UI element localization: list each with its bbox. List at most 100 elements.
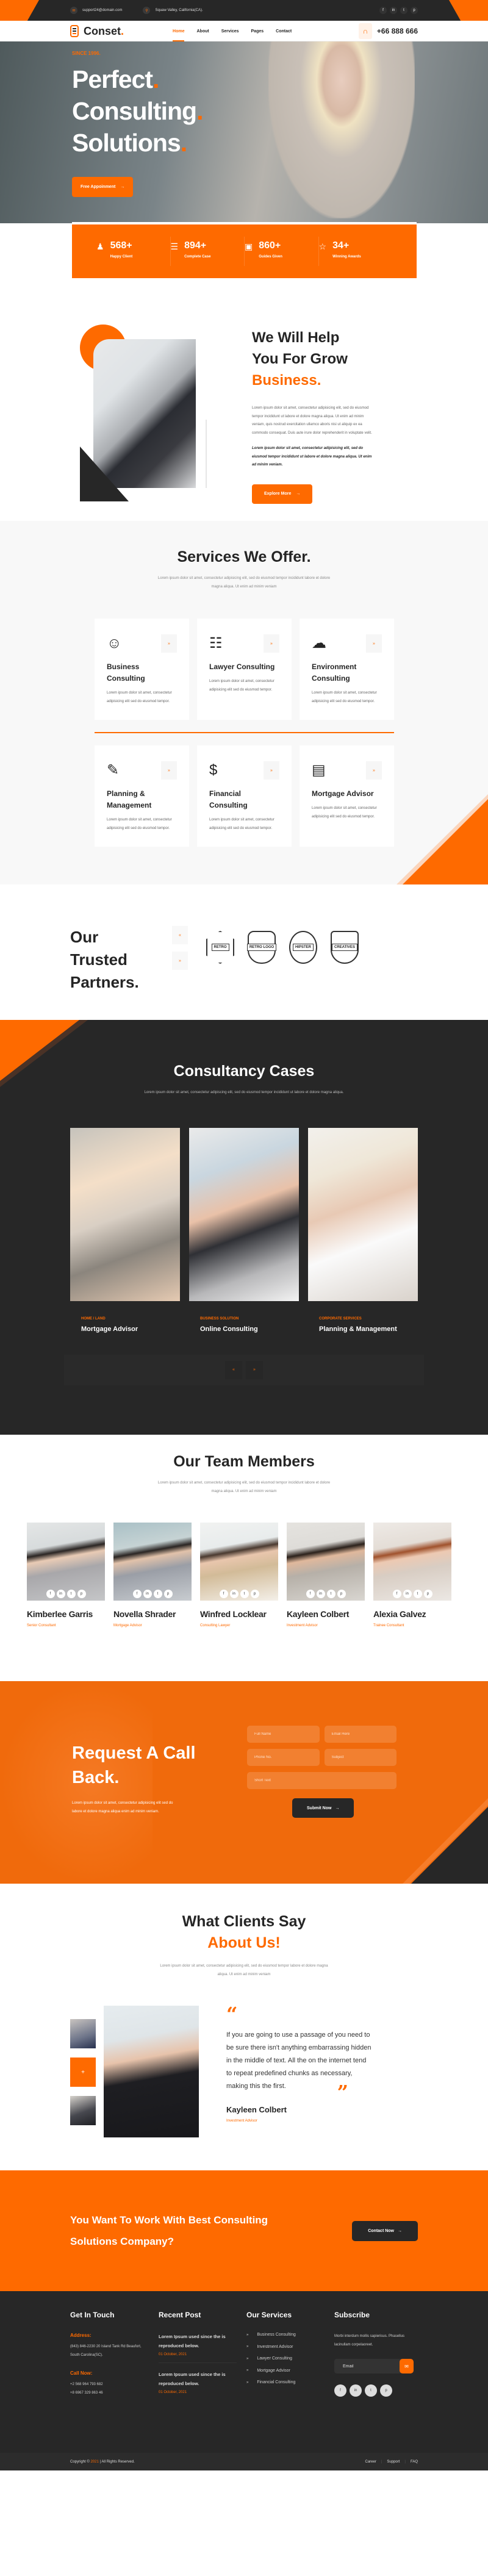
pinterest-icon[interactable]: p [423,1590,432,1598]
service-card[interactable]: ☺ » Business Consulting Lorem ipsum dolor… [95,619,189,720]
service-card[interactable]: ▤ » Mortgage Advisor Lorem ipsum dolor si… [300,745,394,847]
instagram-icon[interactable]: in [350,2384,362,2397]
chevron-double-right-icon[interactable]: » [264,761,279,780]
facebook-icon[interactable]: f [46,1590,55,1598]
partner-logo[interactable]: RETRO [206,931,234,964]
footer-contact: Get In Touch Address: (843) 846-2230 20 … [70,2311,159,2397]
short-text-input[interactable] [247,1772,396,1789]
contact-now-button[interactable]: Contact Now → [352,2220,418,2241]
footer-link-support[interactable]: Support [387,2460,400,2464]
footer-service-link[interactable]: » Lawyer Consulting [246,2356,334,2361]
twitter-icon[interactable]: t [240,1590,249,1598]
footer-service-link[interactable]: » Financial Consulting [246,2380,334,2384]
twitter-icon[interactable]: t [400,7,407,14]
phone-1[interactable]: +2 568 964 793 682 [70,2381,159,2389]
chevron-double-left-icon[interactable]: « [225,1360,242,1379]
service-card[interactable]: ☁ » Environment Consulting Lorem ipsum do… [300,619,394,720]
pinterest-icon[interactable]: p [250,1590,259,1598]
full-name-input[interactable] [247,1726,320,1743]
header-phone[interactable]: ∩ +66 888 666 [358,23,418,39]
instagram-icon[interactable]: in [56,1590,65,1598]
team-member-card[interactable]: f in t p Kayleen Colbert Investment Advi… [287,1523,365,1627]
pinterest-icon[interactable]: p [163,1590,173,1598]
facebook-icon[interactable]: f [334,2384,346,2397]
pinterest-icon[interactable]: p [77,1590,86,1598]
pinterest-icon[interactable]: p [337,1590,346,1598]
client-thumbnail[interactable] [70,2096,96,2125]
footer-service-link[interactable]: » Business Consulting [246,2333,334,2337]
nav-about[interactable]: About [196,29,209,34]
twitter-icon[interactable]: t [153,1590,162,1598]
nav-services[interactable]: Services [221,29,239,34]
chevron-double-left-icon[interactable]: « [172,926,188,944]
facebook-icon[interactable]: f [306,1590,315,1598]
facebook-icon[interactable]: f [132,1590,142,1598]
post-title[interactable]: Lorem Ipsum used since the is reproduced… [159,2370,246,2388]
case-category: CORPORATE SERVICES [319,1316,362,1321]
client-role: Investment Advisor [226,2119,257,2123]
pinterest-icon[interactable]: p [380,2384,392,2397]
service-card[interactable]: ☷ » Lawyer Consulting Lorem ipsum dolor s… [197,619,292,720]
topbar-email[interactable]: ✉ support24@domain.com [70,7,122,14]
submit-now-button[interactable]: Submit Now → [292,1798,354,1818]
nav-pages[interactable]: Pages [251,29,264,34]
subject-input[interactable] [324,1749,396,1766]
client-thumbnail[interactable] [70,2019,96,2048]
partner-logo[interactable]: RETRO LOGO [246,931,277,964]
testimonial-subtitle: Lorem ipsum dolor sit amet, consectetur … [160,1964,328,1976]
instagram-icon[interactable]: in [403,1590,412,1598]
twitter-icon[interactable]: t [413,1590,422,1598]
case-title[interactable]: Planning & Management [319,1326,418,1333]
cta-title: You Want To Work With Best Consulting So… [70,2214,268,2247]
footer-service-link[interactable]: » Investment Advisor [246,2345,334,2349]
client-thumbnail-active[interactable]: + [70,2058,96,2087]
twitter-icon[interactable]: t [66,1590,76,1598]
pinterest-icon[interactable]: p [411,7,418,14]
footer-link-career[interactable]: Career [365,2460,376,2464]
case-title[interactable]: Mortgage Advisor [81,1326,180,1333]
decor-triangle [403,799,488,884]
subscribe-email-input[interactable] [334,2359,402,2373]
chevron-double-right-icon[interactable]: » [264,634,279,653]
nav-contact[interactable]: Contact [276,29,292,34]
partner-logo[interactable]: CREATIVES [331,931,359,964]
case-card[interactable]: HOME / LAND Mortgage Advisor [70,1127,180,1333]
service-card[interactable]: $ » Financial Consulting Lorem ipsum dolo… [197,745,292,847]
facebook-icon[interactable]: f [379,7,387,14]
team-member-card[interactable]: f in t p Alexia Galvez Trainee Consultan… [373,1523,451,1627]
service-card[interactable]: ✎ » Planning & Management Lorem ipsum dol… [95,745,189,847]
instagram-icon[interactable]: in [143,1590,152,1598]
facebook-icon[interactable]: f [219,1590,228,1598]
subscribe-button[interactable]: ✉ [400,2359,414,2373]
instagram-icon[interactable]: in [229,1590,239,1598]
chevron-double-right-icon[interactable]: » [366,634,382,653]
post-title[interactable]: Lorem Ipsum used since the is reproduced… [159,2333,246,2350]
footer-link-faq[interactable]: FAQ [411,2460,418,2464]
explore-more-button[interactable]: Explore More → [252,484,313,504]
instagram-icon[interactable]: in [316,1590,325,1598]
instagram-icon[interactable]: in [390,7,397,14]
twitter-icon[interactable]: t [365,2384,377,2397]
logo[interactable]: Conset. [70,25,124,38]
team-member-card[interactable]: f in t p Winfred Locklear Consulting Law… [200,1523,278,1627]
phone-input[interactable] [247,1749,320,1766]
chevron-double-right-icon[interactable]: » [172,952,188,970]
case-card[interactable]: BUSINESS SOLUTION Online Consulting [189,1127,299,1333]
team-member-card[interactable]: f in t p Novella Shrader Mortgage Adviso… [113,1523,192,1627]
team-member-photo: f in t p [113,1523,192,1601]
twitter-icon[interactable]: t [326,1590,336,1598]
nav-home[interactable]: Home [173,29,185,41]
facebook-icon[interactable]: f [392,1590,401,1598]
team-member-card[interactable]: f in t p Kimberlee Garris Senior Consult… [27,1523,105,1627]
chevron-double-right-icon[interactable]: » [161,761,177,780]
footer-service-link[interactable]: » Mortgage Advisor [246,2369,334,2373]
partner-logo[interactable]: HIPSTER [289,931,317,964]
email-input[interactable] [324,1726,396,1743]
chevron-double-right-icon[interactable]: » [366,761,382,780]
free-appointment-button[interactable]: Free Appoinment → [72,177,134,197]
case-title[interactable]: Online Consulting [200,1326,299,1333]
chevron-double-right-icon[interactable]: » [246,1360,263,1379]
chevron-double-right-icon[interactable]: » [161,634,177,653]
case-card[interactable]: CORPORATE SERVICES Planning & Management [308,1127,418,1333]
phone-2[interactable]: +8 6967 329 863 46 [70,2389,159,2398]
